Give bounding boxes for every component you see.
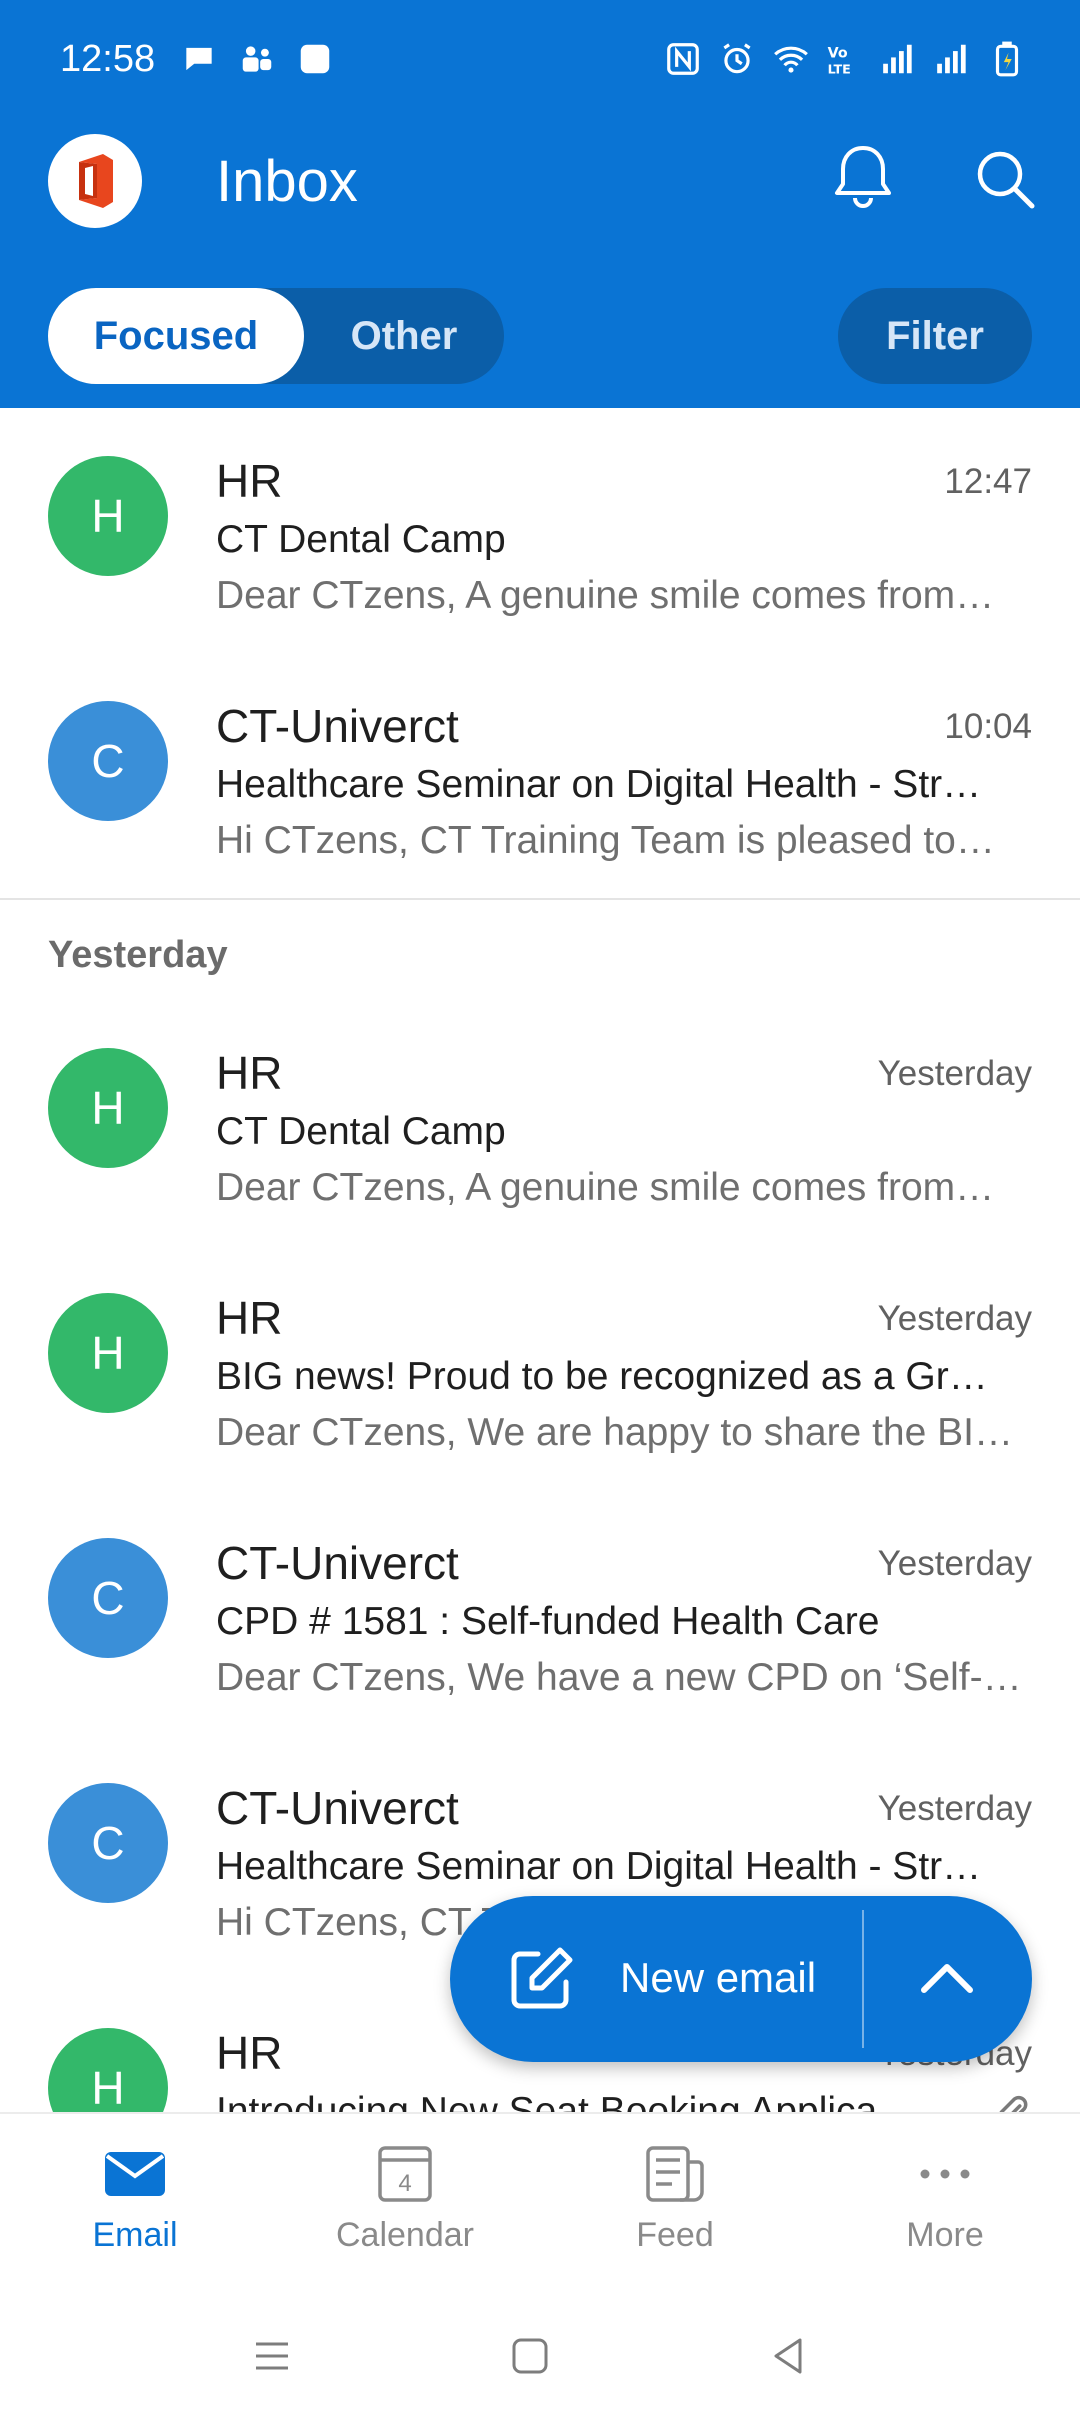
sender-name: HR [216,1047,283,1099]
list-item[interactable]: H HR Yesterday BIG news! Proud to be rec… [0,1245,1080,1490]
sender-name: HR [216,2027,283,2079]
received-time: 12:47 [944,462,1032,501]
wifi-icon [774,46,808,73]
received-time: Yesterday [877,1544,1032,1583]
feed-icon [646,2146,704,2202]
mail-subject: BIG news! Proud to be recognized as a Gr… [216,1355,988,1398]
list-item[interactable]: C CT-Univerct Yesterday CPD # 1581 : Sel… [0,1490,1080,1735]
more-dots-icon [920,2169,970,2179]
mail-subject: CT Dental Camp [216,518,506,561]
sender-name: CT-Univerct [216,1782,459,1834]
avatar: H [48,456,168,576]
back-icon[interactable] [758,2326,818,2386]
chevron-up-icon[interactable] [914,1946,980,2012]
chat-bubble-icon [186,47,212,71]
mail-subject: Introducing New Seat Booking Applica… [216,2090,917,2112]
mail-preview: Dear CTzens, We have a new CPD on ‘Self-… [216,1656,1022,1699]
mail-preview: Hi CTzens, CT Training Team is pleased t… [216,819,995,862]
avatar: H [48,2028,168,2112]
received-time: Yesterday [877,1054,1032,1093]
system-navigation-bar [0,2300,1080,2412]
nav-calendar[interactable]: 4 Calendar [270,2144,540,2284]
status-bar: 12:58 Vo LTE [0,0,1080,124]
teams-icon [242,46,272,72]
avatar: C [48,1538,168,1658]
svg-text:Vo: Vo [828,45,848,61]
divider [0,898,1080,900]
new-email-button[interactable]: New email [450,1896,862,2062]
nav-label: More [906,2216,984,2254]
page-title: Inbox [216,149,358,214]
status-time: 12:58 [60,38,156,80]
mail-list: H HR 12:47 CT Dental Camp Dear CTzens, A… [0,408,1080,2112]
alarm-icon [723,43,751,74]
signal-icon [937,44,966,74]
tab-other[interactable]: Other [304,288,504,384]
list-item[interactable]: H HR Yesterday CT Dental Camp Dear CTzen… [0,1000,1080,1245]
nfc-icon [667,43,699,75]
received-time: Yesterday [877,1299,1032,1338]
mail-subject: CT Dental Camp [216,1110,506,1153]
avatar: H [48,1293,168,1413]
battery-charging-icon [995,41,1019,77]
mail-preview: Dear CTzens, A genuine smile comes from… [216,1166,995,1209]
sender-name: HR [216,455,283,507]
compose-icon [511,1947,573,2009]
nav-label: Calendar [336,2216,474,2254]
new-email-label: New email [620,1954,817,2001]
received-time: 10:04 [944,707,1032,746]
mail-subject: Healthcare Seminar on Digital Health - S… [216,763,982,806]
home-icon[interactable] [500,2326,560,2386]
focused-other-toggle: Focused Other [48,288,504,384]
mail-preview: Dear CTzens, A genuine smile comes from… [216,574,995,617]
list-item[interactable]: H HR 12:47 CT Dental Camp Dear CTzens, A… [0,408,1080,653]
list-item[interactable]: C CT-Univerct 10:04 Healthcare Seminar o… [0,653,1080,898]
nav-label: Feed [636,2216,714,2254]
fab-divider [862,1910,864,2048]
app-header: 12:58 Vo LTE Inbox Focused Other Filter [0,0,1080,408]
sender-name: CT-Univerct [216,1537,459,1589]
mail-preview: Dear CTzens, We are happy to share the B… [216,1411,1013,1454]
filter-button[interactable]: Filter [838,288,1032,384]
office-icon [79,154,113,208]
volte-icon: VoLTE [828,45,851,76]
sender-name: CT-Univerct [216,700,459,752]
avatar: H [48,1048,168,1168]
section-header-yesterday: Yesterday [48,934,228,976]
attachment-icon [999,2095,1028,2112]
bottom-navigation: Email 4 Calendar Feed More [0,2112,1080,2300]
nav-feed[interactable]: Feed [540,2144,810,2284]
avatar: C [48,701,168,821]
svg-text:LTE: LTE [828,61,851,76]
sender-name: HR [216,1292,283,1344]
mail-subject: CPD # 1581 : Self-funded Health Care [216,1600,880,1643]
bell-icon[interactable] [830,142,896,212]
calendar-date-badge: 4 [398,2170,411,2197]
calendar-icon: 4 [378,2146,432,2202]
nav-label: Email [92,2216,178,2254]
nav-more[interactable]: More [810,2144,1080,2284]
office-logo[interactable] [48,134,142,228]
new-email-fab: New email [450,1896,1032,2062]
avatar: C [48,1783,168,1903]
received-time: Yesterday [877,1789,1032,1828]
app-square-icon [300,44,330,74]
search-icon[interactable] [972,146,1038,212]
signal-icon [883,44,912,74]
nav-email[interactable]: Email [0,2144,270,2284]
tab-focused[interactable]: Focused [48,288,304,384]
menu-icon[interactable] [242,2326,302,2386]
mail-subject: Healthcare Seminar on Digital Health - S… [216,1845,982,1888]
mail-icon [105,2152,165,2196]
